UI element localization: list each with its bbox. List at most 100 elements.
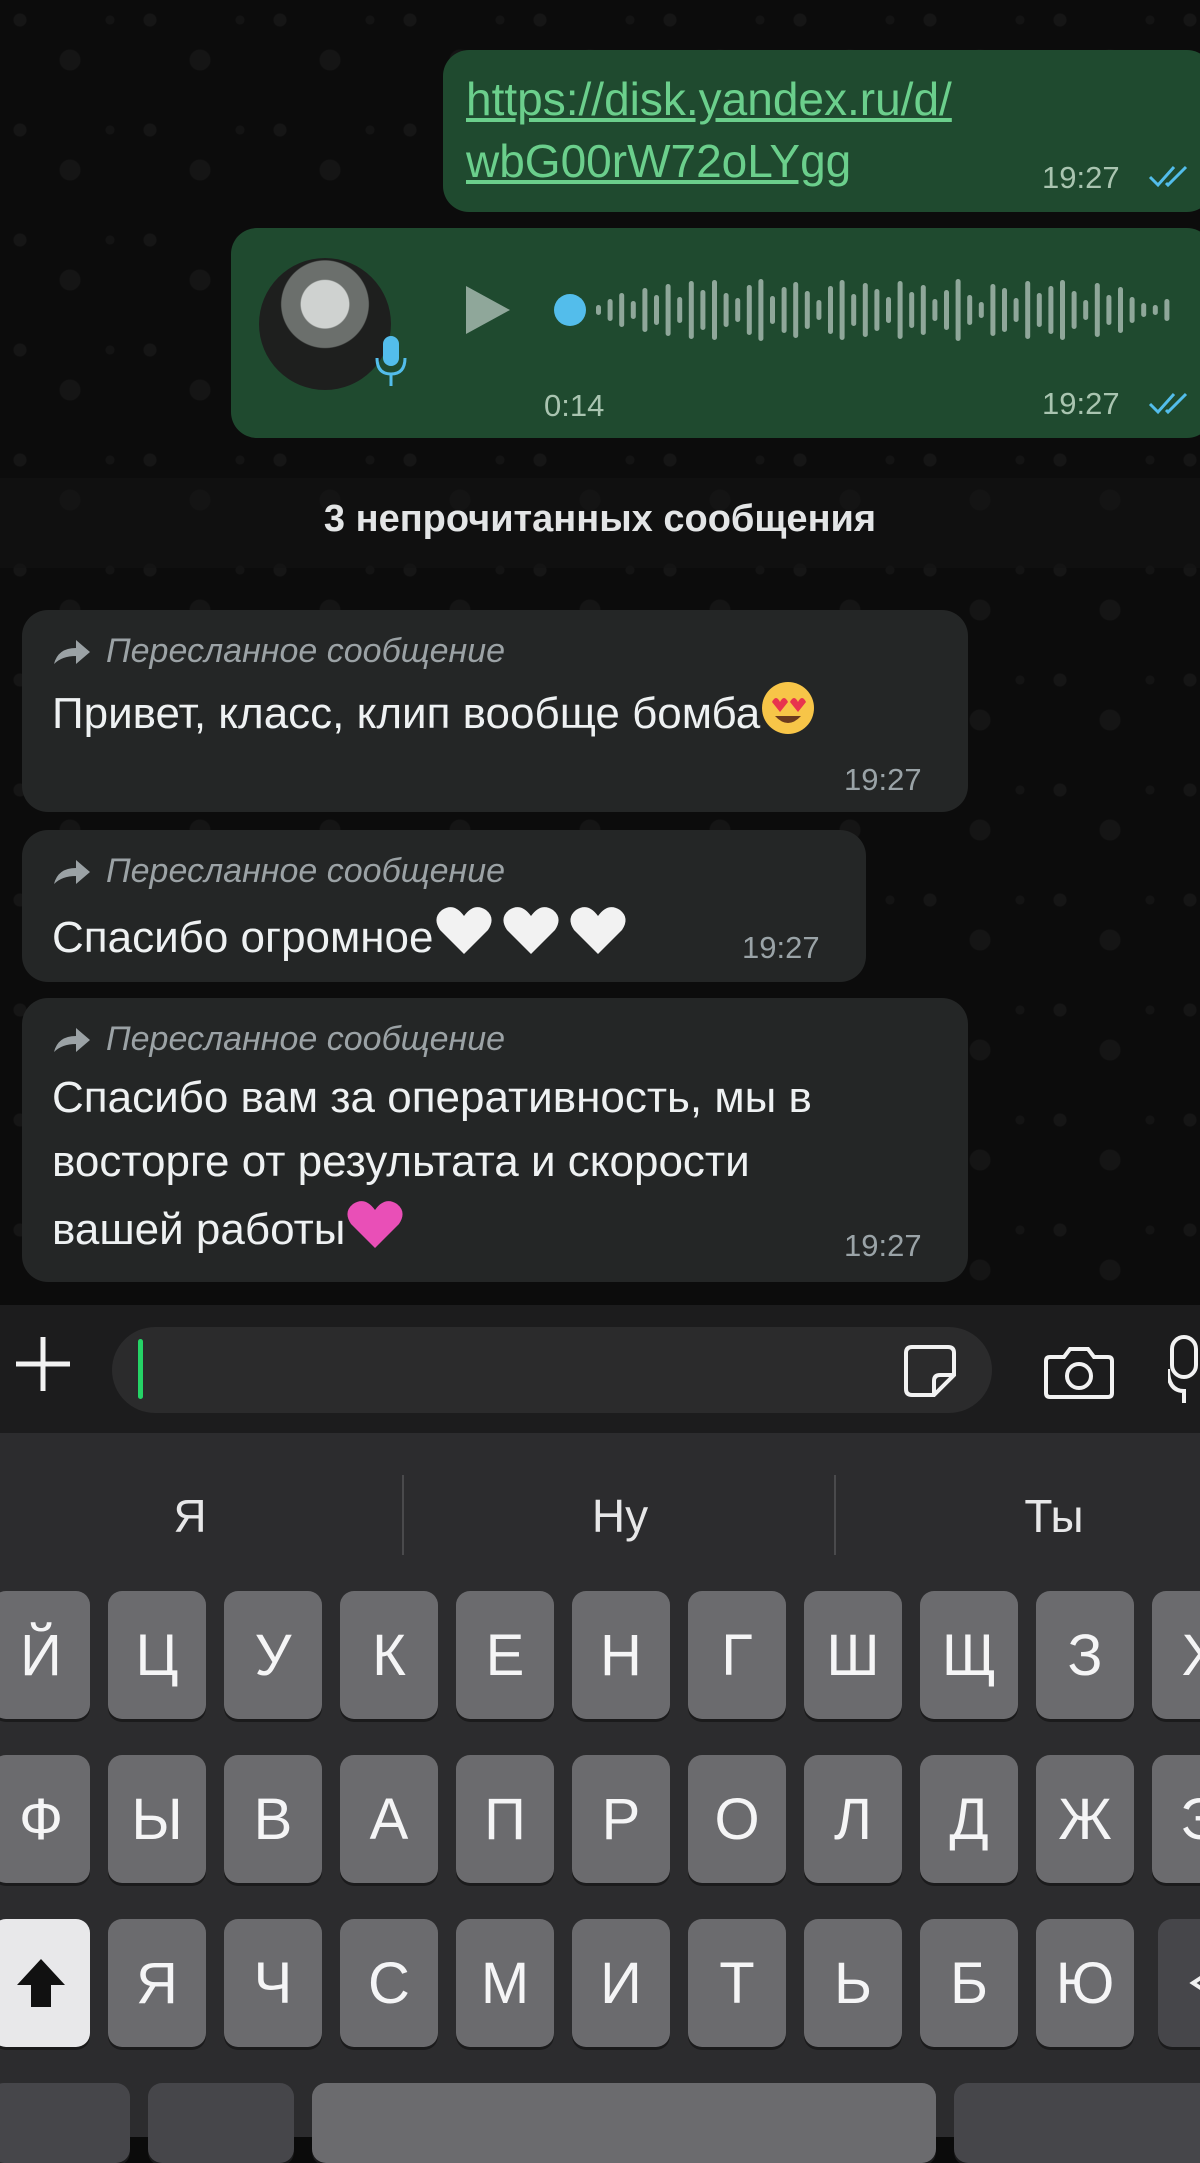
waveform-bar xyxy=(816,300,822,320)
waveform-bar xyxy=(677,297,683,323)
waveform-bar xyxy=(944,290,949,330)
keyboard: Я Ну Ты ЙЦУКЕНГШЩЗХФЫВАПРОЛДЖЭЯЧСМИТЬБЮ xyxy=(0,1433,1200,2163)
key-5-row3[interactable]: И xyxy=(572,1919,670,2047)
waveform-bar xyxy=(1025,281,1031,339)
unread-messages-label: 3 непрочитанных сообщения xyxy=(323,498,877,540)
key-5-row2[interactable]: П xyxy=(456,1755,554,1883)
key-1-row1[interactable]: Й xyxy=(0,1591,90,1719)
camera-icon[interactable] xyxy=(1044,1345,1114,1399)
voice-waveform[interactable] xyxy=(548,268,1178,352)
key-6-row3[interactable]: Т xyxy=(688,1919,786,2047)
message-time: 19:27 xyxy=(1042,160,1120,195)
play-icon[interactable] xyxy=(462,282,514,338)
waveform-bar xyxy=(665,284,671,336)
waveform-bar xyxy=(688,281,694,339)
waveform-bar xyxy=(897,281,903,339)
waveform-bar xyxy=(746,285,752,335)
heart-eyes-emoji-icon xyxy=(760,680,816,754)
waveform-bar xyxy=(1071,291,1077,329)
key-3-row1[interactable]: У xyxy=(224,1591,322,1719)
waveform-bar xyxy=(654,295,659,325)
waveform-bar xyxy=(596,305,601,315)
suggestion-3[interactable]: Ты xyxy=(974,1489,1134,1543)
waveform-bar xyxy=(967,295,973,325)
voice-duration: 0:14 xyxy=(544,388,605,423)
space-key[interactable] xyxy=(312,2083,936,2163)
sticker-icon[interactable] xyxy=(902,1343,958,1399)
waveform-bar xyxy=(1164,299,1170,321)
waveform-bar xyxy=(886,297,891,323)
waveform-bar xyxy=(828,286,833,334)
key-3-row3[interactable]: С xyxy=(340,1919,438,2047)
numbers-key[interactable] xyxy=(0,2083,130,2163)
microphone-icon xyxy=(375,336,407,386)
waveform-bar xyxy=(990,284,996,336)
forwarded-header: Пересланное сообщение xyxy=(52,1020,505,1059)
chat-area: https://disk.yandex.ru/d/ wbG00rW72oLYgg… xyxy=(0,0,1200,1305)
message-input-bar xyxy=(0,1305,1200,1433)
waveform-bar xyxy=(770,296,775,324)
avatar[interactable] xyxy=(259,258,391,390)
message-text: Спасибо огромное xyxy=(52,900,630,978)
message-time: 19:27 xyxy=(844,1228,922,1263)
waveform-bar xyxy=(1129,297,1135,323)
key-4-row2[interactable]: А xyxy=(340,1755,438,1883)
backspace-key[interactable] xyxy=(1158,1919,1200,2047)
key-7-row2[interactable]: О xyxy=(688,1755,786,1883)
microphone-icon[interactable] xyxy=(1168,1335,1200,1405)
message-time: 19:27 xyxy=(742,930,820,965)
key-3-row2[interactable]: В xyxy=(224,1755,322,1883)
forwarded-label: Пересланное сообщение xyxy=(106,632,506,670)
key-4-row3[interactable]: М xyxy=(456,1919,554,2047)
key-9-row1[interactable]: Щ xyxy=(920,1591,1018,1719)
waveform-bar xyxy=(909,292,915,328)
key-11-row1[interactable]: Х xyxy=(1152,1591,1200,1719)
key-9-row3[interactable]: Ю xyxy=(1036,1919,1134,2047)
plus-icon[interactable] xyxy=(12,1333,74,1395)
waveform-bar xyxy=(978,302,984,318)
waveform-bar xyxy=(619,293,625,327)
key-6-row1[interactable]: Н xyxy=(572,1591,670,1719)
message-text: Спасибо вам за оперативность, мы в восто… xyxy=(52,1066,812,1270)
key-8-row3[interactable]: Б xyxy=(920,1919,1018,2047)
pink-heart-emoji-icon xyxy=(345,1194,405,1270)
read-ticks-icon xyxy=(1148,165,1188,188)
message-input[interactable] xyxy=(112,1327,992,1413)
emoji-key[interactable] xyxy=(148,2083,294,2163)
key-8-row1[interactable]: Ш xyxy=(804,1591,902,1719)
suggestion-divider xyxy=(834,1475,836,1555)
key-8-row2[interactable]: Л xyxy=(804,1755,902,1883)
waveform-bar xyxy=(920,285,926,335)
key-1-row2[interactable]: Ф xyxy=(0,1755,90,1883)
return-key[interactable] xyxy=(954,2083,1200,2163)
waveform-bar xyxy=(1106,295,1112,325)
shift-key[interactable] xyxy=(0,1919,90,2047)
waveform-bar xyxy=(804,291,810,329)
key-7-row3[interactable]: Ь xyxy=(804,1919,902,2047)
key-11-row2[interactable]: Э xyxy=(1152,1755,1200,1883)
key-2-row3[interactable]: Ч xyxy=(224,1919,322,2047)
key-9-row2[interactable]: Д xyxy=(920,1755,1018,1883)
key-10-row1[interactable]: З xyxy=(1036,1591,1134,1719)
waveform-bar xyxy=(642,288,648,332)
key-4-row1[interactable]: К xyxy=(340,1591,438,1719)
key-6-row2[interactable]: Р xyxy=(572,1755,670,1883)
message-time: 19:27 xyxy=(1042,386,1120,421)
white-hearts-emoji-icon xyxy=(434,900,630,978)
waveform-bar xyxy=(862,283,868,337)
forward-arrow-icon xyxy=(54,1027,90,1052)
suggestion-1[interactable]: Я xyxy=(110,1489,270,1543)
waveform-bar xyxy=(1118,287,1123,333)
key-7-row1[interactable]: Г xyxy=(688,1591,786,1719)
key-2-row2[interactable]: Ы xyxy=(108,1755,206,1883)
key-5-row1[interactable]: Е xyxy=(456,1591,554,1719)
suggestion-2[interactable]: Ну xyxy=(540,1489,700,1543)
waveform-bar xyxy=(1036,293,1042,327)
key-1-row3[interactable]: Я xyxy=(108,1919,206,2047)
forwarded-header: Пересланное сообщение xyxy=(52,852,505,891)
key-2-row1[interactable]: Ц xyxy=(108,1591,206,1719)
link-text[interactable]: https://disk.yandex.ru/d/ wbG00rW72oLYgg xyxy=(466,68,1046,192)
key-10-row2[interactable]: Ж xyxy=(1036,1755,1134,1883)
suggestion-divider xyxy=(402,1475,404,1555)
forwarded-label: Пересланное сообщение xyxy=(106,1020,506,1058)
